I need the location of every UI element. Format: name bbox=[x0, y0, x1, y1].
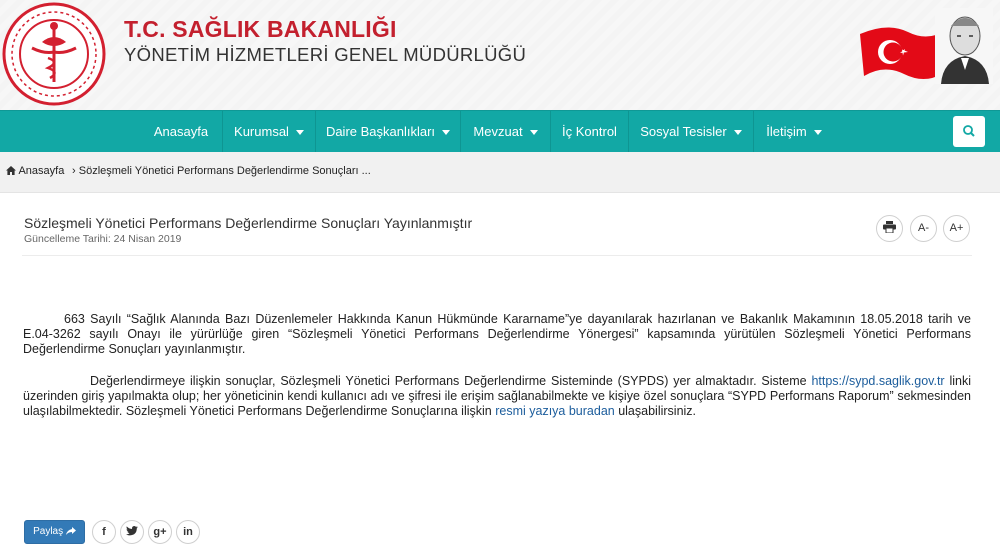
search-icon bbox=[963, 125, 975, 137]
ministry-title: T.C. SAĞLIK BAKANLIĞI bbox=[124, 16, 397, 42]
breadcrumb-current-label: Sözleşmeli Yönetici Performans Değerlend… bbox=[78, 165, 371, 177]
nav-item-iletisim[interactable]: İletişim bbox=[754, 111, 834, 152]
update-date: Güncelleme Tarihi: 24 Nisan 2019 bbox=[24, 233, 182, 245]
breadcrumb-home-label: Anasayfa bbox=[18, 165, 65, 177]
breadcrumb-current: › Sözleşmeli Yönetici Performans Değerle… bbox=[72, 165, 371, 177]
main-navbar: Anasayfa Kurumsal Daire Başkanlıkları Me… bbox=[0, 110, 1000, 152]
site-header: T.C. SAĞLIK BAKANLIĞI YÖNETİM HİZMETLERİ… bbox=[0, 0, 1000, 110]
breadcrumb-chevron-icon: › bbox=[72, 165, 76, 177]
linkedin-share-button[interactable]: in bbox=[176, 520, 200, 544]
breadcrumb: Anasayfa › Sözleşmeli Yönetici Performan… bbox=[0, 152, 1000, 192]
font-decrease-button[interactable]: A- bbox=[910, 215, 937, 242]
share-button[interactable]: Paylaş bbox=[24, 520, 85, 544]
print-icon bbox=[883, 221, 896, 234]
share-arrow-icon bbox=[65, 527, 76, 535]
nav-item-ic-kontrol[interactable]: İç Kontrol bbox=[551, 111, 628, 152]
nav-item-daire-baskanliklari[interactable]: Daire Başkanlıkları bbox=[316, 111, 460, 152]
home-icon bbox=[6, 166, 16, 175]
caret-down-icon bbox=[529, 130, 538, 136]
ataturk-portrait-icon bbox=[935, 8, 993, 84]
print-button[interactable] bbox=[876, 215, 903, 242]
ministry-seal-icon[interactable] bbox=[2, 2, 106, 106]
search-button[interactable] bbox=[953, 116, 985, 147]
article-paragraph-2: Değerlendirmeye ilişkin sonuçlar, Sözleş… bbox=[23, 374, 971, 418]
nav-item-mevzuat[interactable]: Mevzuat bbox=[461, 111, 550, 152]
facebook-share-button[interactable]: f bbox=[92, 520, 116, 544]
caret-down-icon bbox=[813, 130, 822, 136]
page-title: Sözleşmeli Yönetici Performans Değerlend… bbox=[24, 215, 473, 231]
nav-item-sosyal-tesisler[interactable]: Sosyal Tesisler bbox=[629, 111, 753, 152]
google-plus-share-button[interactable]: g+ bbox=[148, 520, 172, 544]
title-divider bbox=[22, 255, 972, 256]
content-panel: Sözleşmeli Yönetici Performans Değerlend… bbox=[0, 192, 1000, 557]
caret-down-icon bbox=[295, 130, 304, 136]
breadcrumb-home[interactable]: Anasayfa bbox=[6, 165, 64, 177]
article-paragraph-1: 663 Sayılı “Sağlık Alanında Bazı Düzenle… bbox=[23, 312, 971, 356]
font-increase-button[interactable]: A+ bbox=[943, 215, 970, 242]
nav-item-anasayfa[interactable]: Anasayfa bbox=[140, 111, 222, 152]
twitter-share-button[interactable] bbox=[120, 520, 144, 544]
caret-down-icon bbox=[442, 130, 451, 136]
twitter-icon bbox=[126, 526, 138, 536]
sypds-link[interactable]: https://sypd.saglik.gov.tr bbox=[811, 374, 944, 388]
ministry-subtitle: YÖNETİM HİZMETLERİ GENEL MÜDÜRLÜĞÜ bbox=[124, 44, 527, 65]
nav-item-kurumsal[interactable]: Kurumsal bbox=[223, 111, 315, 152]
official-letter-link[interactable]: resmi yazıya buradan bbox=[495, 404, 615, 418]
caret-down-icon bbox=[733, 130, 742, 136]
